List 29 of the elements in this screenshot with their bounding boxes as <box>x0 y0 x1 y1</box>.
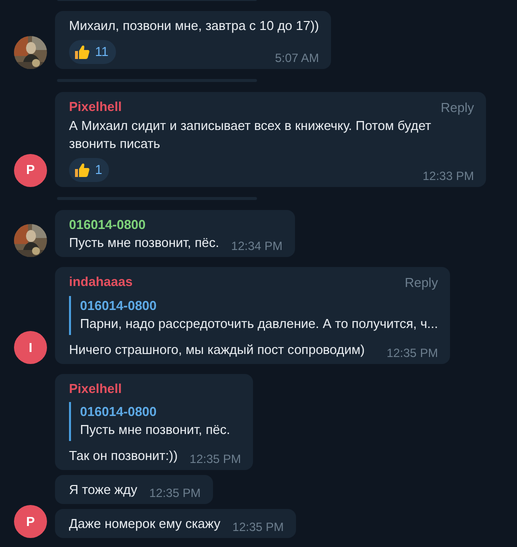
message-text: Так он позвонит:)) <box>69 447 178 465</box>
message-time: 12:35 PM <box>190 451 242 468</box>
message-text: Ничего страшного, мы каждый пост сопроводим) <box>69 341 365 359</box>
message-text: Я тоже жду <box>69 481 138 499</box>
sender-name: 016014-0800 <box>69 216 146 234</box>
reaction-chip[interactable]: 11 <box>69 40 116 64</box>
avatar: P <box>14 505 47 538</box>
message-text: Михаил, позвони мне, завтра с 10 до 17)) <box>69 17 320 35</box>
message-time: 5:07 AM <box>274 50 320 66</box>
message-time: 12:35 PM <box>232 519 284 536</box>
message-time: 12:35 PM <box>386 345 438 362</box>
avatar: P <box>14 154 47 186</box>
sender-name: Pixelhell <box>69 380 122 398</box>
message-time: 12:33 PM <box>422 168 474 184</box>
message-time: 12:34 PM <box>231 238 283 254</box>
sender-name: indahaaas <box>69 272 133 290</box>
thumbs-up-icon <box>74 162 90 178</box>
quoted-message[interactable]: 016014-0800 Парни, надо рассредоточить давление. А то получится, ч... <box>69 296 438 335</box>
quoted-message[interactable]: 016014-0800 Пусть мне позвонит, пёс. <box>69 402 242 441</box>
thumbs-up-icon <box>74 44 90 60</box>
avatar: I <box>14 331 47 364</box>
message-text: Пусть мне позвонит, пёс. <box>69 234 220 252</box>
message-text: А Михаил сидит и записывает всех в книжечку. Потом будет звонить писать <box>69 117 432 153</box>
message-text: Даже номерок ему скажу <box>69 515 220 533</box>
reply-link[interactable]: Reply <box>440 98 474 117</box>
message-time: 12:35 PM <box>149 485 201 502</box>
reply-link[interactable]: Reply <box>404 272 438 292</box>
sender-name: Pixelhell <box>69 98 122 116</box>
reaction-chip[interactable]: 1 <box>69 158 110 182</box>
